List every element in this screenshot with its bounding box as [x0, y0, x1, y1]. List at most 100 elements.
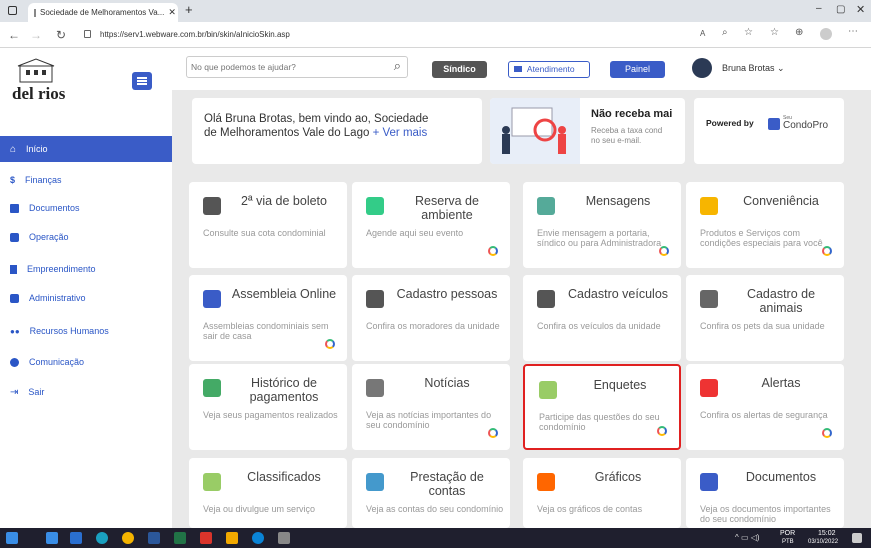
window-close-icon[interactable]: ✕	[856, 3, 865, 16]
atendimento-button[interactable]: Atendimento	[508, 61, 590, 78]
sidebar-item-empreendimento[interactable]: Empreendimento	[0, 256, 172, 282]
sidebar: del rios ⌂ Início $ Finanças Documentos …	[0, 48, 172, 528]
taskbar-app-icon[interactable]	[252, 532, 264, 544]
refresh-icon[interactable]: ↻	[56, 22, 66, 48]
ver-mais-link[interactable]: + Ver mais	[373, 127, 428, 139]
card-assembleia-online[interactable]: Assembleia Online Assembleias condominiai…	[189, 275, 347, 361]
sidebar-item-label: Início	[26, 144, 48, 154]
users-icon: ●●	[10, 326, 20, 336]
card-boleto[interactable]: 2ª via de boleto Consulte sua cota condom…	[189, 182, 347, 268]
sidebar-item-comunicacao[interactable]: Comunicação	[0, 349, 172, 375]
sidebar-item-label: Sair	[28, 387, 45, 397]
collections-icon[interactable]: ⊕	[795, 27, 803, 38]
url-field[interactable]: https://serv1.webware.com.br/bin/skin/aI…	[100, 26, 700, 44]
sidebar-item-label: Documentos	[29, 203, 80, 213]
promo-card[interactable]: Não receba mai Receba a taxa cond no seu…	[490, 98, 685, 164]
lang-1[interactable]: POR	[780, 530, 795, 537]
card-cadastro-veiculos[interactable]: Cadastro veículos Confira os veículos da …	[523, 275, 681, 361]
notifications-icon[interactable]	[852, 533, 862, 543]
clock-time[interactable]: 15:02	[818, 530, 836, 537]
taskbar-app-icon[interactable]	[148, 532, 160, 544]
menu-toggle-button[interactable]	[132, 72, 152, 90]
promo-desc2: no seu e-mail.	[591, 136, 642, 145]
search-icon[interactable]: ⌕	[394, 58, 401, 74]
sign-out-icon: ⇥	[10, 386, 19, 398]
card-desc: Consulte sua cota condominial	[203, 228, 326, 238]
card-graficos[interactable]: Gráficos Veja os gráficos de contas	[523, 458, 681, 528]
logo[interactable]: del rios	[6, 58, 68, 108]
more-icon[interactable]: ⋯	[848, 26, 858, 37]
card-desc: Veja as contas do seu condomínio	[366, 504, 504, 514]
sidebar-item-inicio[interactable]: ⌂ Início	[0, 136, 172, 162]
sidebar-item-recursos-humanos[interactable]: ●● Recursos Humanos	[0, 318, 172, 344]
browser-tab[interactable]: Sociedade de Melhoramentos Va... ✕	[28, 3, 178, 22]
user-menu[interactable]: Bruna Brotas ⌄	[692, 58, 812, 80]
sidebar-item-label: Empreendimento	[27, 264, 96, 274]
zoom-icon[interactable]: ⌕	[722, 27, 728, 38]
card-desc: Confira os moradores da unidade	[366, 321, 500, 331]
card-classificados[interactable]: Classificados Veja ou divulgue um serviço	[189, 458, 347, 528]
card-cadastro-animais[interactable]: Cadastro de animais Confira os pets da su…	[686, 275, 844, 361]
card-reserva-ambiente[interactable]: Reserva de ambiente Agende aqui seu event…	[352, 182, 510, 268]
card-title: Conveniência	[743, 194, 819, 208]
taskbar-app-icon[interactable]	[200, 532, 212, 544]
read-aloud-icon[interactable]: A	[700, 29, 705, 38]
card-cadastro-pessoas[interactable]: Cadastro pessoas Confira os moradores da …	[352, 275, 510, 361]
taskbar-app-icon[interactable]	[46, 532, 58, 544]
dollar-icon: $	[10, 175, 16, 185]
card-title: Alertas	[761, 376, 801, 390]
card-alertas[interactable]: Alertas Confira os alertas de segurança	[686, 364, 844, 450]
sidebar-item-financas[interactable]: $ Finanças	[0, 167, 172, 193]
forward-icon[interactable]: →	[30, 22, 42, 48]
maximize-icon[interactable]: ▢	[836, 4, 845, 15]
loading-ring-icon	[657, 426, 667, 436]
card-desc: Veja ou divulgue um serviço	[203, 504, 316, 514]
search-box[interactable]: ⌕	[186, 56, 408, 78]
sidebar-item-operacao[interactable]: Operação	[0, 224, 172, 250]
condopro-logo-icon	[768, 118, 780, 130]
card-enquetes[interactable]: Enquetes Participe das questões do seu co…	[523, 364, 681, 450]
tab-close-icon[interactable]: ✕	[168, 7, 176, 18]
profile-icon[interactable]	[820, 28, 832, 40]
start-icon[interactable]	[6, 532, 18, 544]
card-desc: Veja os documentos importantes do seu co…	[700, 504, 831, 524]
taskbar-app-icon[interactable]	[174, 532, 186, 544]
card-historico-pagamentos[interactable]: Histórico de pagamentos Veja seus pagamen…	[189, 364, 347, 450]
card-conveniencia[interactable]: Conveniência Produtos e Serviços com cond…	[686, 182, 844, 268]
tab-title: Sociedade de Melhoramentos Va...	[40, 8, 165, 17]
sidebar-item-documentos[interactable]: Documentos	[0, 195, 172, 221]
taskbar-app-icon[interactable]	[96, 532, 108, 544]
tab-favicon-icon	[34, 8, 36, 17]
painel-label: Painel	[624, 64, 651, 74]
avatar	[692, 58, 712, 78]
card-desc: Confira os alertas de segurança	[700, 410, 828, 420]
card-noticias[interactable]: Notícias Veja as notícias importantes do …	[352, 364, 510, 450]
clock-date[interactable]: 03/10/2022	[808, 539, 838, 545]
new-tab-icon[interactable]: +	[185, 2, 193, 17]
tab-actions-icon[interactable]	[8, 6, 17, 15]
minimize-icon[interactable]: ‒	[816, 3, 822, 14]
classified-icon	[203, 473, 221, 491]
card-documentos[interactable]: Documentos Veja os documentos importantes…	[686, 458, 844, 528]
card-title: Enquetes	[593, 378, 647, 392]
search-input[interactable]	[191, 59, 381, 75]
lang-2[interactable]: PTB	[782, 539, 794, 545]
card-prestacao-contas[interactable]: Prestação de contas Veja as contas do seu…	[352, 458, 510, 528]
card-mensagens[interactable]: Mensagens Envie mensagem a portaria, sínd…	[523, 182, 681, 268]
painel-button[interactable]: Painel	[610, 61, 665, 78]
back-icon[interactable]: ←	[8, 22, 20, 48]
news-icon	[366, 379, 384, 397]
sindico-button[interactable]: Síndico	[432, 61, 487, 78]
sidebar-item-label: Finanças	[25, 175, 62, 185]
loading-ring-icon	[659, 246, 669, 256]
favorites-icon[interactable]: ☆	[770, 27, 779, 38]
system-tray-icon[interactable]: ^ ▭ ◁)	[735, 533, 760, 542]
taskbar-app-icon[interactable]	[70, 532, 82, 544]
sidebar-item-sair[interactable]: ⇥ Sair	[0, 379, 172, 405]
sidebar-item-administrativo[interactable]: Administrativo	[0, 285, 172, 311]
favorites-add-icon[interactable]: ☆	[744, 27, 753, 38]
taskbar-app-icon[interactable]	[122, 532, 134, 544]
taskbar-app-icon[interactable]	[278, 532, 290, 544]
taskbar-app-icon[interactable]	[226, 532, 238, 544]
checkbox-icon	[10, 232, 19, 242]
